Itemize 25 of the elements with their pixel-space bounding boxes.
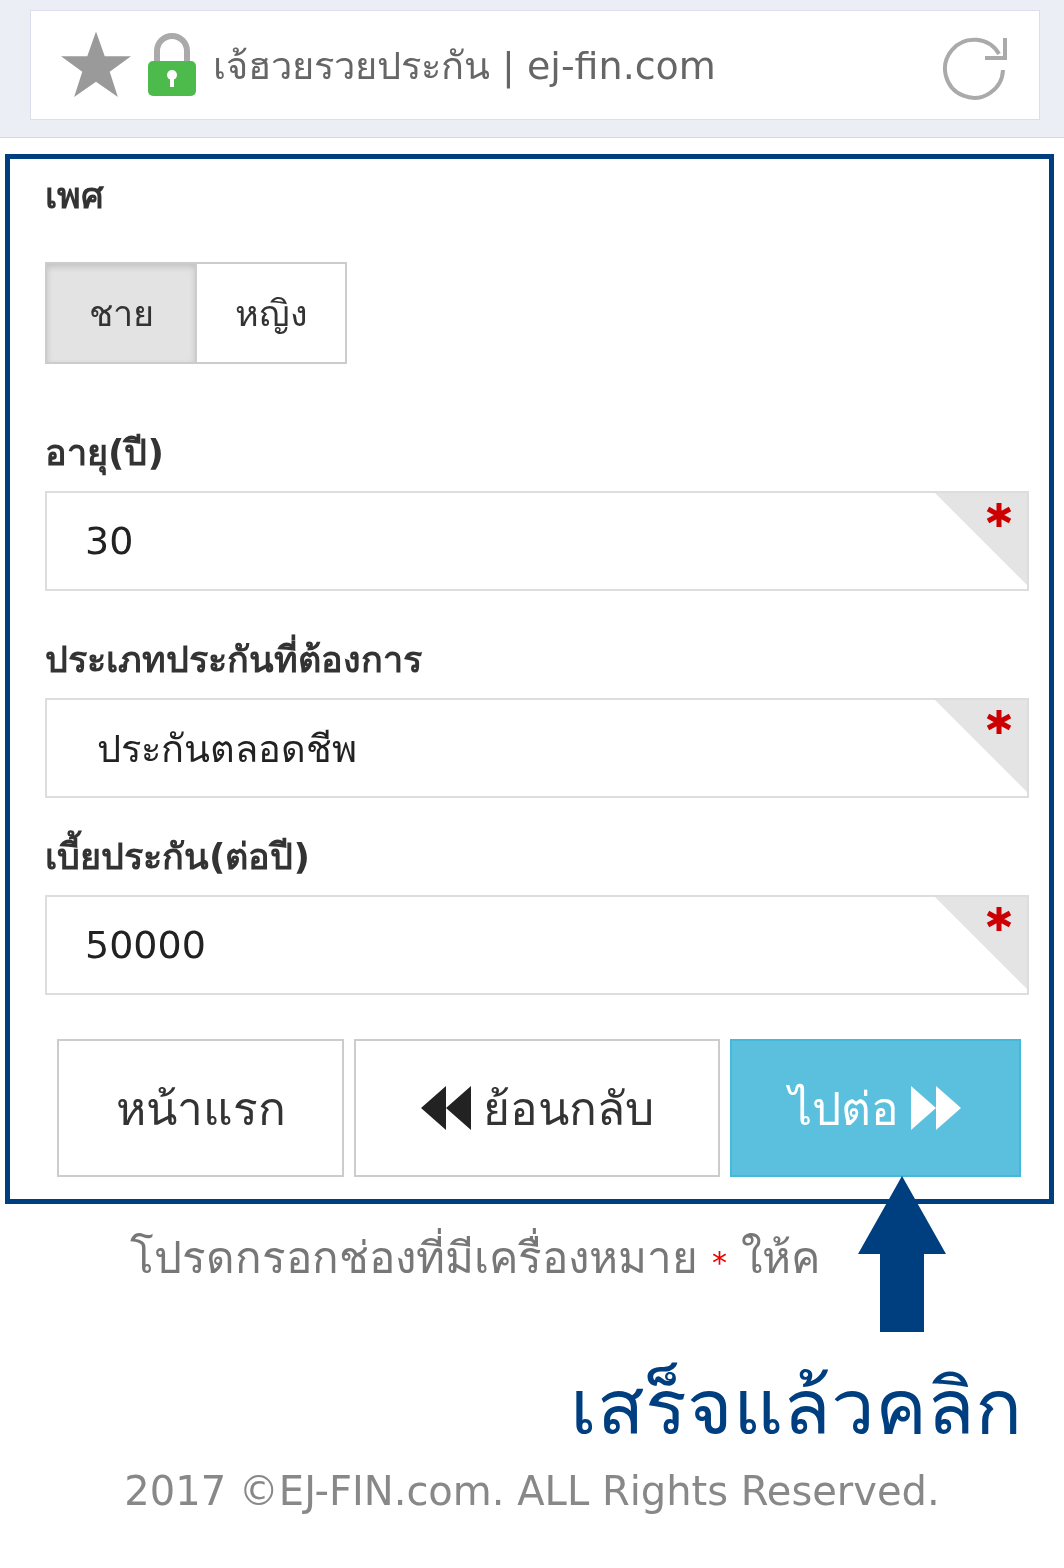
hint-text: ให้ค bbox=[741, 1231, 820, 1285]
back-button[interactable]: ย้อนกลับ bbox=[354, 1039, 720, 1177]
hint-text: โปรดกรอกช่องที่มีเครื่องหมาย bbox=[130, 1222, 698, 1292]
field-label: อายุ(ปี) bbox=[45, 424, 1029, 481]
field-label: เพศ bbox=[45, 174, 105, 218]
field-value: ประกันตลอดชีพ bbox=[97, 725, 357, 773]
home-button[interactable]: หน้าแรก bbox=[57, 1039, 345, 1177]
copyright-text: 2017 ©EJ-FIN.com. ALL Rights Reserved. bbox=[123, 1468, 941, 1514]
fast-forward-icon bbox=[911, 1086, 962, 1130]
address-bar[interactable]: เจ้ฮวยรวยประกัน | ej-fin.com bbox=[30, 10, 1040, 120]
asterisk: * bbox=[712, 1245, 727, 1280]
callout-text: เสร็จแล้วคลิก bbox=[569, 1361, 1023, 1454]
field-value: 50000 bbox=[85, 923, 206, 967]
gender-option[interactable]: หญิง bbox=[195, 262, 347, 364]
input-field[interactable]: 30 bbox=[45, 491, 1029, 591]
page-title: เจ้ฮวยรวยประกัน | ej-fin.com bbox=[213, 42, 717, 91]
padlock-icon bbox=[147, 33, 197, 97]
input-field[interactable]: ประกันตลอดชีพ bbox=[45, 698, 1029, 798]
input-field[interactable]: 50000 bbox=[45, 895, 1029, 995]
field-value: 30 bbox=[85, 519, 134, 563]
gender-option[interactable]: ชาย bbox=[45, 262, 197, 364]
field-label: ประเภทประกันที่ต้องการ bbox=[45, 631, 1029, 688]
rewind-icon bbox=[420, 1086, 471, 1130]
field-label: เบี้ยประกัน(ต่อปี) bbox=[45, 828, 1029, 885]
star-icon[interactable] bbox=[61, 31, 131, 99]
